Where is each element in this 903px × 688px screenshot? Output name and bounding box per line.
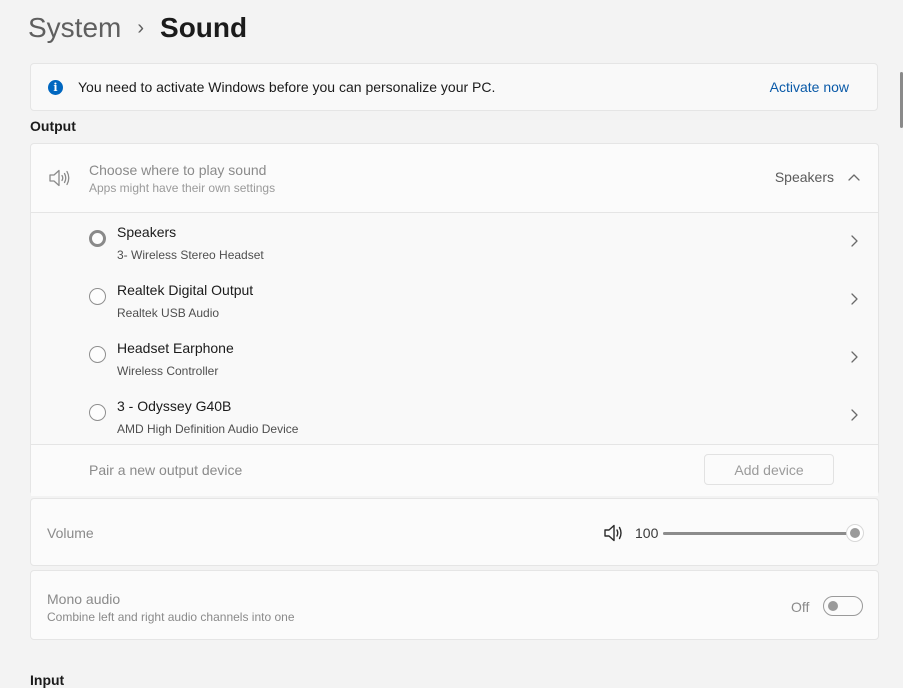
output-device-list: Speakers 3- Wireless Stereo Headset Real… [31,213,878,444]
device-name: Headset Earphone [117,340,234,356]
device-name: 3 - Odyssey G40B [117,398,232,414]
device-detail: 3- Wireless Stereo Headset [117,248,264,262]
chevron-up-icon[interactable] [848,168,860,186]
info-icon: i [48,79,63,95]
breadcrumb-system[interactable]: System [28,12,121,44]
output-device-header[interactable]: Choose where to play sound Apps might ha… [31,144,878,213]
selected-output-value: Speakers [774,169,834,185]
device-detail: Realtek USB Audio [117,306,220,320]
speaker-icon [47,166,71,190]
page-title: Sound [160,12,248,43]
activate-now-link[interactable]: Activate now [770,79,849,95]
mono-audio-card: Mono audio Combine left and right audio … [30,570,879,640]
volume-icon[interactable] [603,523,625,543]
device-detail: Wireless Controller [117,364,219,378]
device-detail: AMD High Definition Audio Device [117,422,299,436]
volume-value: 100 [635,525,659,541]
toggle-knob [828,601,838,611]
mono-audio-subtitle: Combine left and right audio channels in… [47,610,295,624]
volume-label: Volume [47,525,94,541]
volume-card: Volume 100 [30,498,879,566]
volume-slider[interactable] [663,523,864,543]
chevron-right-icon[interactable] [848,292,860,306]
breadcrumb: System › Sound [28,8,247,48]
mono-audio-title: Mono audio [47,591,121,607]
device-name: Speakers [117,224,177,240]
output-device-card: Choose where to play sound Apps might ha… [30,143,879,496]
chevron-right-icon[interactable] [848,350,860,364]
radio-odyssey-g40b[interactable] [89,404,106,421]
radio-speakers[interactable] [89,230,106,247]
output-device-speakers[interactable]: Speakers 3- Wireless Stereo Headset [31,213,878,271]
mono-audio-state: Off [791,599,810,615]
output-subtitle: Apps might have their own settings [89,181,276,195]
output-device-realtek-digital-output[interactable]: Realtek Digital Output Realtek USB Audio [31,271,878,329]
radio-realtek-digital-output[interactable] [89,288,106,305]
add-device-button[interactable]: Add device [704,454,834,485]
radio-headset-earphone[interactable] [89,346,106,363]
volume-slider-thumb[interactable] [846,524,864,542]
output-title: Choose where to play sound [89,162,267,178]
pair-output-label: Pair a new output device [89,462,243,478]
chevron-right-icon[interactable] [848,234,860,248]
output-device-odyssey-g40b[interactable]: 3 - Odyssey G40B AMD High Definition Aud… [31,387,878,445]
output-section-label: Output [30,118,76,134]
output-device-headset-earphone[interactable]: Headset Earphone Wireless Controller [31,329,878,387]
activation-message: You need to activate Windows before you … [78,79,496,95]
breadcrumb-separator-icon: › [137,17,145,39]
activation-banner: i You need to activate Windows before yo… [30,63,878,111]
volume-slider-fill [663,532,855,535]
input-section-label: Input [30,672,65,688]
mono-audio-toggle[interactable] [823,596,863,616]
pair-output-device-row: Pair a new output device Add device [31,444,878,496]
device-name: Realtek Digital Output [117,282,254,298]
chevron-right-icon[interactable] [848,408,860,422]
